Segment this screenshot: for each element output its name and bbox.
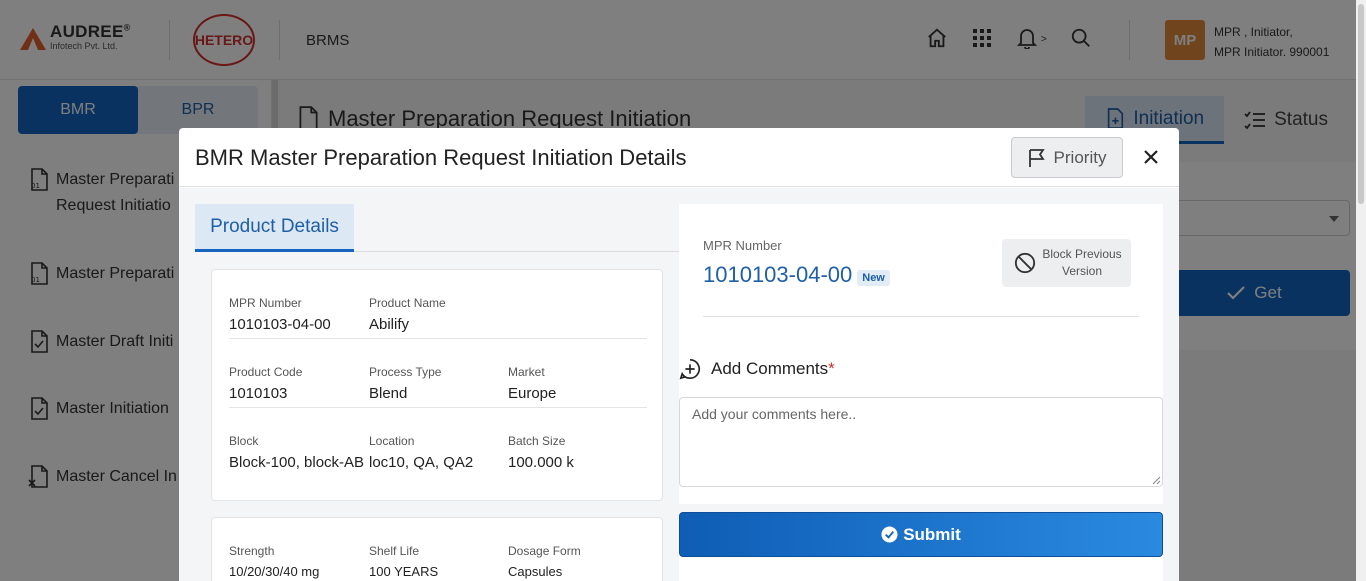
field-shelf-life: Shelf Life 100 YEARS <box>369 544 438 579</box>
field-mpr-number: MPR Number 1010103-04-00 <box>229 296 331 333</box>
add-comments-header: Add Comments * <box>679 358 835 380</box>
field-value: 1010103 <box>229 385 288 402</box>
submit-label: Submit <box>903 524 961 544</box>
add-comments-label: Add Comments <box>711 359 829 378</box>
field-product-name: Product Name Abilify <box>369 296 446 333</box>
resize-grip-icon[interactable] <box>1151 475 1161 485</box>
field-process-type: Process Type Blend <box>369 365 441 402</box>
field-label: Product Code <box>229 365 303 379</box>
modal-title: BMR Master Preparation Request Initiatio… <box>195 145 687 170</box>
close-icon <box>1144 150 1158 164</box>
mpr-number-text: 1010103-04-00 <box>703 262 853 287</box>
field-label: MPR Number <box>229 296 302 310</box>
required-mark: * <box>828 359 835 378</box>
field-value: Block-100, block-AB <box>229 454 365 471</box>
field-value: Blend <box>369 385 408 402</box>
modal-body: Product Details MPR Number 1010103-04-00… <box>179 188 1179 581</box>
mpr-number-value: 1010103-04-00 New <box>703 262 890 288</box>
product-details-panel: Product Details MPR Number 1010103-04-00… <box>195 204 679 581</box>
modal-header: BMR Master Preparation Request Initiatio… <box>179 128 1179 187</box>
page-scrollbar-thumb[interactable] <box>1358 4 1364 204</box>
initiation-details-modal: BMR Master Preparation Request Initiatio… <box>179 128 1179 581</box>
page-scrollbar[interactable] <box>1356 0 1366 581</box>
field-value: Abilify <box>369 316 410 333</box>
field-location: Location loc10, QA, QA2 <box>369 434 473 471</box>
product-spec-card: Strength 10/20/30/40 mg Shelf Life 100 Y… <box>211 517 663 581</box>
priority-label: Priority <box>1053 147 1107 167</box>
block-button-label: Version <box>1061 264 1103 278</box>
field-row: MPR Number 1010103-04-00 Product Name Ab… <box>229 270 647 339</box>
field-label: Location <box>369 434 415 448</box>
block-icon <box>1014 252 1036 274</box>
comments-input[interactable] <box>679 397 1163 487</box>
check-circle-icon <box>881 526 898 543</box>
mpr-number-label: MPR Number <box>703 238 782 253</box>
field-value: Capsules <box>508 564 563 579</box>
block-button-label: Block Previous <box>1042 247 1122 261</box>
field-batch-size: Batch Size 100.000 k <box>508 434 574 471</box>
field-value: 100.000 k <box>508 454 574 471</box>
field-label: Process Type <box>369 365 442 379</box>
product-tabs: Product Details <box>195 204 679 252</box>
field-value: 1010103-04-00 <box>229 316 331 333</box>
field-value: 100 YEARS <box>369 564 439 579</box>
field-row: Product Code 1010103 Process Type Blend … <box>229 339 647 408</box>
flag-icon <box>1028 148 1045 167</box>
spacer <box>679 504 1163 512</box>
field-row: Block Block-100, block-AB Location loc10… <box>229 408 647 477</box>
tab-product-details[interactable]: Product Details <box>195 204 354 252</box>
field-value: 10/20/30/40 mg <box>229 564 320 579</box>
field-label: Shelf Life <box>369 544 420 558</box>
field-product-code: Product Code 1010103 <box>229 365 302 402</box>
comment-add-icon <box>679 359 701 380</box>
field-value: Europe <box>508 385 557 402</box>
product-info-card: MPR Number 1010103-04-00 Product Name Ab… <box>211 269 663 501</box>
new-badge: New <box>857 270 890 286</box>
field-label: Market <box>508 365 545 379</box>
field-market: Market Europe <box>508 365 556 402</box>
field-label: Strength <box>229 544 275 558</box>
submit-button[interactable]: Submit <box>679 512 1163 557</box>
field-label: Product Name <box>369 296 446 310</box>
field-label: Block <box>229 434 259 448</box>
divider <box>703 316 1139 317</box>
close-button[interactable] <box>1139 145 1163 169</box>
field-dosage-form: Dosage Form Capsules <box>508 544 581 579</box>
field-row: Strength 10/20/30/40 mg Shelf Life 100 Y… <box>229 518 647 581</box>
field-label: Dosage Form <box>508 544 581 558</box>
initiation-panel: MPR Number 1010103-04-00 New Block Previ… <box>679 204 1163 581</box>
field-strength: Strength 10/20/30/40 mg <box>229 544 319 579</box>
field-value: loc10, QA, QA2 <box>369 454 474 471</box>
block-previous-version-button[interactable]: Block Previous Version <box>1002 239 1131 287</box>
field-label: Batch Size <box>508 434 566 448</box>
priority-button[interactable]: Priority <box>1011 137 1123 178</box>
field-block: Block Block-100, block-AB <box>229 434 364 471</box>
